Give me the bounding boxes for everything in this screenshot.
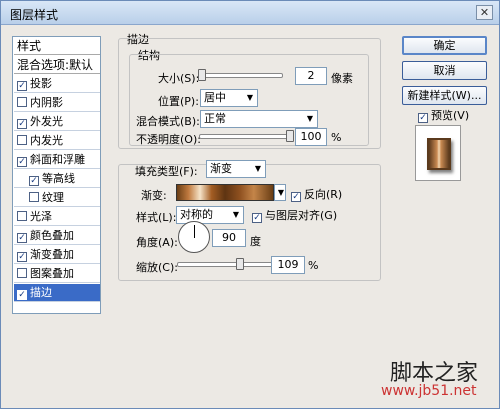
watermark-url: www.jb51.net	[381, 383, 477, 399]
preview-checkbox-row[interactable]: ✓ 预览(V)	[418, 107, 469, 123]
blend-mode-label: 混合模式(B):	[136, 115, 200, 128]
list-item-inner-glow[interactable]: 内发光	[14, 132, 100, 150]
style-list: 样式 混合选项:默认 ✓ 投影 内阴影 ✓ 外发光 内发光 ✓ 斜面和浮雕 ✓ 等高线 …	[12, 36, 101, 314]
styles-header[interactable]: 样式	[14, 37, 100, 55]
layer-style-dialog: 图层样式 ✕ 样式 混合选项:默认 ✓ 投影 内阴影 ✓ 外发光 内发光 ✓ 斜面和浮…	[0, 0, 500, 409]
checkbox-outer-glow[interactable]: ✓	[17, 119, 27, 129]
opacity-label: 不透明度(O):	[136, 133, 201, 146]
size-slider[interactable]	[198, 69, 283, 81]
checkbox-inner-shadow[interactable]	[17, 97, 27, 107]
angle-label: 角度(A):	[136, 236, 178, 249]
scale-slider-thumb[interactable]	[236, 258, 244, 270]
style-preview-thumbnail	[415, 125, 461, 181]
list-item-bevel-emboss[interactable]: ✓ 斜面和浮雕	[14, 151, 100, 169]
checkbox-color-overlay[interactable]: ✓	[17, 233, 27, 243]
scale-label: 缩放(C):	[136, 261, 178, 274]
list-item-contour[interactable]: ✓ 等高线	[14, 170, 100, 188]
blending-options-item[interactable]: 混合选项:默认	[14, 56, 100, 74]
cancel-button[interactable]: 取消	[402, 61, 487, 80]
close-button[interactable]: ✕	[476, 5, 493, 20]
new-style-button[interactable]: 新建样式(W)...	[402, 86, 487, 105]
list-item-color-overlay[interactable]: ✓ 颜色叠加	[14, 227, 100, 245]
checkbox-inner-glow[interactable]	[17, 135, 27, 145]
chevron-down-icon: ▼	[306, 114, 313, 123]
angle-needle	[194, 225, 195, 238]
checkbox-satin[interactable]	[17, 211, 27, 221]
style-label: 样式(L):	[136, 211, 177, 224]
scale-unit: %	[308, 259, 319, 272]
opacity-unit: %	[331, 131, 342, 144]
blend-mode-select[interactable]: 正常 ▼	[200, 110, 318, 128]
list-item-pattern-overlay[interactable]: 图案叠加	[14, 265, 100, 283]
preview-square	[427, 138, 451, 170]
opacity-slider-thumb[interactable]	[286, 130, 294, 142]
checkbox-stroke[interactable]: ✓	[17, 290, 27, 300]
gradient-style-select[interactable]: 对称的 ▼	[176, 206, 244, 224]
fill-type-label: 填充类型(F):	[135, 165, 198, 178]
gradient-picker[interactable]	[176, 184, 274, 201]
align-checkbox-row[interactable]: ✓ 与图层对齐(G)	[252, 207, 337, 223]
checkbox-drop-shadow[interactable]: ✓	[17, 81, 27, 91]
list-item-drop-shadow[interactable]: ✓ 投影	[14, 75, 100, 93]
opacity-slider[interactable]	[199, 130, 294, 142]
align-with-layer-checkbox[interactable]: ✓	[252, 213, 262, 223]
list-item-gradient-overlay[interactable]: ✓ 渐变叠加	[14, 246, 100, 264]
checkbox-gradient-overlay[interactable]: ✓	[17, 252, 27, 262]
list-item-satin[interactable]: 光泽	[14, 208, 100, 226]
reverse-checkbox-row[interactable]: ✓ 反向(R)	[291, 186, 342, 202]
list-item-texture[interactable]: 纹理	[14, 189, 100, 207]
fill-type-select[interactable]: 渐变 ▼	[206, 160, 266, 178]
chevron-down-icon: ▼	[277, 188, 284, 197]
opacity-input[interactable]: 100	[295, 128, 327, 146]
checkbox-texture[interactable]	[29, 192, 39, 202]
gradient-label: 渐变:	[141, 189, 167, 202]
angle-input[interactable]: 90	[212, 229, 246, 247]
size-unit: 像素	[331, 72, 353, 85]
size-label: 大小(S):	[158, 72, 200, 85]
ok-button[interactable]: 确定	[402, 36, 487, 55]
title-bar: 图层样式 ✕	[1, 1, 499, 25]
gradient-dropdown[interactable]: ▼	[274, 184, 286, 201]
chevron-down-icon: ▼	[232, 210, 239, 219]
reverse-checkbox[interactable]: ✓	[291, 192, 301, 202]
angle-dial[interactable]	[178, 221, 210, 253]
angle-unit: 度	[250, 235, 261, 248]
size-input[interactable]: 2	[295, 67, 327, 85]
checkbox-pattern-overlay[interactable]	[17, 268, 27, 278]
chevron-down-icon: ▼	[246, 93, 253, 102]
position-select[interactable]: 居中 ▼	[200, 89, 258, 107]
size-slider-thumb[interactable]	[198, 69, 206, 81]
checkbox-bevel-emboss[interactable]: ✓	[17, 157, 27, 167]
position-label: 位置(P):	[158, 95, 199, 108]
checkbox-contour[interactable]: ✓	[29, 176, 39, 186]
list-item-inner-shadow[interactable]: 内阴影	[14, 94, 100, 112]
list-item-stroke[interactable]: ✓ 描边	[14, 284, 100, 302]
list-item-outer-glow[interactable]: ✓ 外发光	[14, 113, 100, 131]
dialog-title: 图层样式	[10, 8, 59, 22]
chevron-down-icon: ▼	[254, 164, 261, 173]
preview-checkbox[interactable]: ✓	[418, 113, 428, 123]
scale-input[interactable]: 109	[271, 256, 305, 274]
